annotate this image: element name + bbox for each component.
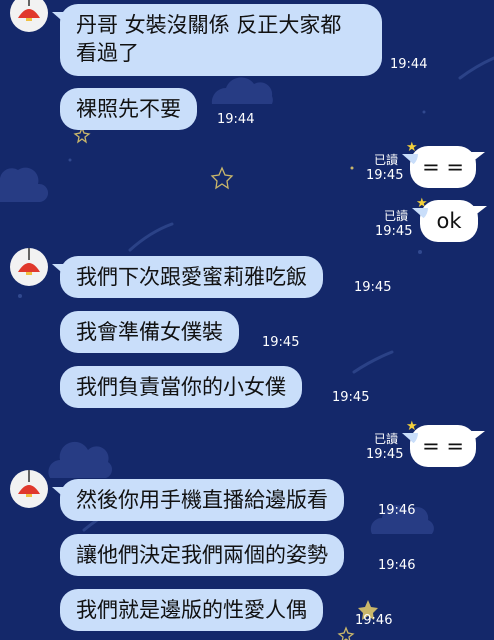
message-bubble[interactable]: = = [410,425,476,467]
message-text: = = [422,434,464,458]
message-text: 我們負責當你的小女僕 [76,375,286,399]
message-bubble[interactable]: 我們負責當你的小女僕 [60,366,302,408]
message-text: 我會準備女僕裝 [76,320,223,344]
message-time: 19:46 [355,613,393,628]
avatar[interactable] [10,470,48,508]
message-text: 讓他們決定我們兩個的姿勢 [76,543,328,567]
cloud-icon [211,77,273,104]
message-bubble[interactable]: 丹哥 女裝沒關係 反正大家都 看過了 [60,4,382,76]
message-bubble[interactable]: = = [410,146,476,188]
read-receipt: 已讀 [374,153,399,167]
message-time: 19:45 [366,447,404,462]
star-icon [337,626,355,640]
message-bubble[interactable]: 我會準備女僕裝 [60,311,239,353]
message-text: 裸照先不要 [76,97,181,121]
message-bubble[interactable]: 我們下次跟愛蜜莉雅吃飯 [60,256,323,298]
message-text: 我們下次跟愛蜜莉雅吃飯 [76,265,307,289]
read-receipt: 已讀 [374,432,399,446]
avatar[interactable] [10,0,48,32]
message-time: 19:45 [354,280,392,295]
message-time: 19:46 [378,558,416,573]
message-time: 19:45 [366,168,404,183]
message-time: 19:45 [332,390,370,405]
red-lamp-icon [18,470,40,497]
message-time: 19:44 [390,57,428,72]
read-receipt: 已讀 [384,209,409,223]
message-time: 19:45 [262,335,300,350]
message-bubble[interactable]: 我們就是邊版的性愛人偶 [60,589,323,631]
shooting-star-icon [128,222,174,252]
cloud-icon [0,167,49,202]
message-text: ok [436,209,462,233]
avatar[interactable] [10,248,48,286]
message-text: 然後你用手機直播給邊版看 [76,488,328,512]
message-bubble[interactable]: 然後你用手機直播給邊版看 [60,479,344,521]
message-bubble[interactable]: 裸照先不要 [60,88,197,130]
star-icon [73,126,91,144]
cloud-icon [48,441,113,478]
red-lamp-icon [18,248,40,275]
star-icon [210,166,234,190]
message-time: 19:45 [375,224,413,239]
message-time: 19:46 [378,503,416,518]
message-text: 丹哥 女裝沒關係 反正大家都 [76,13,342,37]
message-text: = = [422,155,464,179]
red-lamp-icon [18,0,40,21]
message-time: 19:44 [217,112,255,127]
message-text-line2: 看過了 [76,41,139,65]
message-bubble[interactable]: 讓他們決定我們兩個的姿勢 [60,534,344,576]
message-text: 我們就是邊版的性愛人偶 [76,598,307,622]
message-bubble[interactable]: ok [420,200,478,242]
shooting-star-icon [352,350,394,374]
shooting-star-icon [458,56,494,80]
